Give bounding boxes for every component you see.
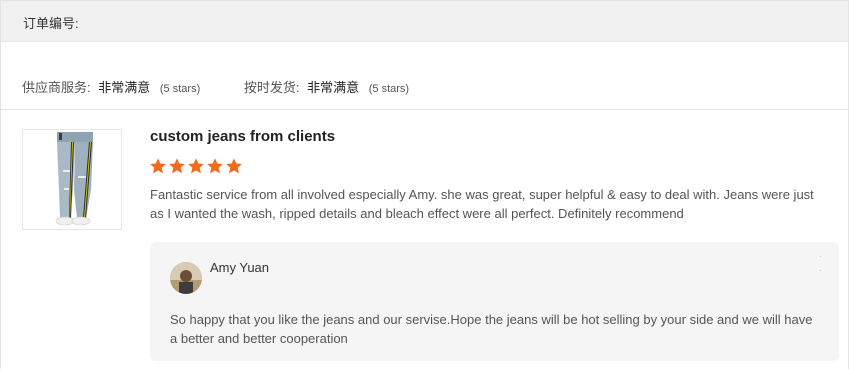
rating-service: 供应商服务: 非常满意 (5 stars) — [22, 77, 200, 96]
rating-delivery: 按时发货: 非常满意 (5 stars) — [244, 77, 409, 96]
star-icon — [188, 158, 204, 174]
supplier-ratings: 供应商服务: 非常满意 (5 stars) 按时发货: 非常满意 (5 star… — [22, 77, 449, 96]
rating-delivery-stars: (5 stars) — [368, 83, 410, 95]
more-icon[interactable]: · · — [819, 250, 822, 278]
review-title: custom jeans from clients — [150, 128, 336, 145]
rating-service-stars: (5 stars) — [159, 83, 201, 95]
star-icon — [169, 158, 185, 174]
order-number-label: 订单编号: — [23, 16, 79, 31]
rating-service-label: 供应商服务: — [22, 80, 91, 95]
rating-delivery-label: 按时发货: — [243, 80, 300, 95]
product-thumbnail[interactable] — [22, 129, 122, 230]
star-icon — [226, 158, 242, 174]
supplier-reply: Amy Yuan · · So happy that you like the j… — [150, 242, 839, 361]
reply-text: So happy that you like the jeans and our… — [170, 312, 813, 346]
avatar — [170, 262, 202, 294]
rating-delivery-value: 非常满意 — [307, 80, 360, 95]
avatar-image — [170, 262, 202, 294]
section-divider — [1, 109, 848, 110]
jeans-image — [23, 130, 121, 229]
reply-author-name: Amy Yuan — [210, 260, 270, 275]
review-stars — [149, 157, 243, 175]
order-header: 订单编号: — [1, 1, 848, 42]
star-icon — [207, 158, 223, 174]
star-icon — [150, 158, 166, 174]
review-text: Fantastic service from all involved espe… — [150, 187, 814, 221]
rating-service-value: 非常满意 — [98, 80, 151, 95]
